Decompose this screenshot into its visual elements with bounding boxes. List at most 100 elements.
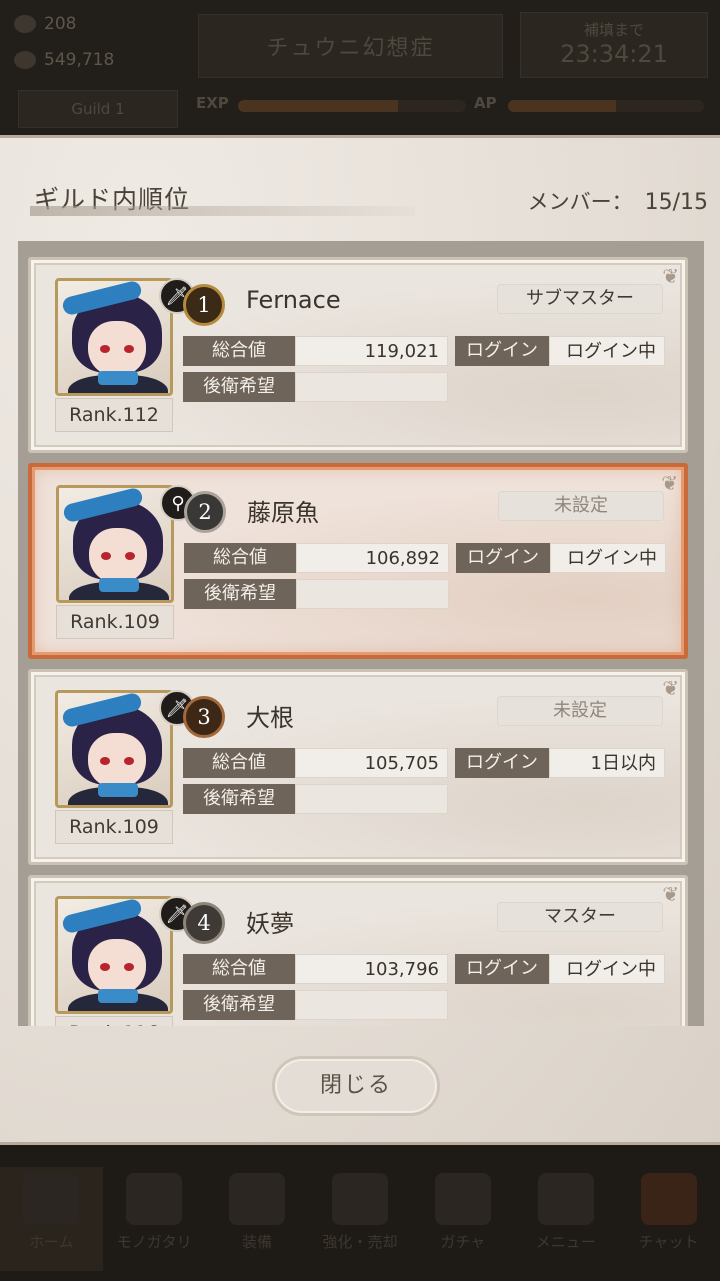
currency-value: 549,718: [44, 50, 115, 70]
login-label: ログイン: [455, 954, 549, 984]
corner-ornament: ❦: [662, 676, 679, 700]
player-rank: Rank.116: [55, 1016, 173, 1026]
total-power-value: 105,705: [295, 748, 448, 778]
total-power-label: 総合値: [184, 543, 296, 573]
player-rank: Rank.109: [56, 605, 174, 639]
login-label: ログイン: [455, 336, 549, 366]
guild-ranking-panel: ギルド内順位 メンバー： 15/15 ❦ 🗡 Rank.112 1 Fernace…: [0, 135, 720, 1145]
login-status: ログイン ログイン中: [456, 543, 666, 573]
avatar[interactable]: [55, 896, 173, 1014]
timer-box: 補填まで 23:34:21: [520, 12, 708, 78]
nav-upgrade[interactable]: 強化・売却: [309, 1167, 412, 1271]
member-name: 大根: [246, 704, 294, 732]
rank-medal: 2: [184, 491, 226, 533]
timer-label: 補填まで: [583, 21, 644, 39]
login-status: ログイン ログイン中: [455, 954, 665, 984]
rear-preference-label: 後衛希望: [183, 372, 295, 402]
heart-icon: [14, 15, 36, 33]
total-power-value: 119,021: [295, 336, 448, 366]
avatar[interactable]: [56, 485, 174, 603]
total-power-label: 総合値: [183, 954, 295, 984]
rear-preference-value: [295, 990, 448, 1020]
nav-label: ガチャ: [440, 1233, 486, 1251]
nav-gacha[interactable]: ガチャ: [411, 1167, 514, 1271]
nav-chat[interactable]: チャット: [617, 1167, 720, 1271]
member-role: サブマスター: [497, 284, 663, 314]
member-role: 未設定: [498, 491, 664, 521]
login-value: ログイン中: [550, 543, 666, 573]
login-label: ログイン: [456, 543, 550, 573]
quest-title: チュウニ幻想症: [198, 14, 503, 78]
chat-icon: [640, 1173, 697, 1225]
rear-preference-value: [296, 579, 449, 609]
login-status: ログイン 1日以内: [455, 748, 665, 778]
gear-icon: [537, 1173, 594, 1225]
avatar[interactable]: [55, 690, 173, 808]
member-card-selected[interactable]: ❦ ⚲ Rank.109 2 藤原魚 未設定 総合値 106,892 ログイン …: [28, 463, 688, 659]
exp-label: EXP: [196, 94, 229, 112]
nav-label: 装備: [242, 1233, 273, 1251]
nav-label: ホーム: [29, 1233, 74, 1251]
nav-label: メニュー: [535, 1233, 596, 1251]
nav-equipment[interactable]: 装備: [206, 1167, 309, 1271]
nav-home[interactable]: ホーム: [0, 1167, 103, 1271]
player-rank: Rank.112: [55, 398, 173, 432]
rear-preference-value: [295, 784, 448, 814]
rear-preference: 後衛希望: [183, 990, 448, 1020]
equipment-icon: [229, 1173, 286, 1225]
nav-story[interactable]: モノガタリ: [103, 1167, 206, 1271]
nav-label: モノガタリ: [116, 1233, 192, 1251]
total-power-value: 106,892: [296, 543, 449, 573]
nav-menu[interactable]: メニュー: [514, 1167, 617, 1271]
login-value: 1日以内: [549, 748, 665, 778]
ap-bar: [508, 100, 704, 112]
member-name: 藤原魚: [247, 499, 319, 527]
gacha-icon: [434, 1173, 491, 1225]
rear-preference: 後衛希望: [183, 372, 448, 402]
total-power: 総合値 106,892: [184, 543, 449, 573]
rank-medal: 1: [183, 284, 225, 326]
member-role: 未設定: [497, 696, 663, 726]
stamina-value: 208: [44, 14, 77, 34]
total-power: 総合値 103,796: [183, 954, 448, 984]
rear-preference-label: 後衛希望: [183, 990, 295, 1020]
corner-ornament: ❦: [662, 264, 679, 288]
rear-preference: 後衛希望: [183, 784, 448, 814]
total-power-label: 総合値: [183, 748, 295, 778]
rear-preference-label: 後衛希望: [184, 579, 296, 609]
total-power-value: 103,796: [295, 954, 448, 984]
login-value: ログイン中: [549, 954, 665, 984]
guild-name: Guild 1: [18, 90, 178, 128]
ap-label: AP: [474, 94, 497, 112]
book-icon: [126, 1173, 183, 1225]
member-name: 妖夢: [246, 910, 294, 938]
currency-stat: 549,718: [14, 50, 114, 70]
member-count-label: メンバー：: [527, 190, 633, 214]
rear-preference: 後衛希望: [184, 579, 449, 609]
avatar[interactable]: [55, 278, 173, 396]
title-underline: [30, 206, 415, 216]
rank-medal: 4: [183, 902, 225, 944]
rank-medal: 3: [183, 696, 225, 738]
member-count-value: 15/15: [644, 190, 708, 215]
player-rank: Rank.109: [55, 810, 173, 844]
total-power: 総合値 105,705: [183, 748, 448, 778]
member-list[interactable]: ❦ 🗡 Rank.112 1 Fernace サブマスター 総合値 119,02…: [18, 241, 704, 1026]
upgrade-icon: [332, 1173, 388, 1225]
login-value: ログイン中: [549, 336, 665, 366]
home-icon: [23, 1173, 80, 1225]
total-power: 総合値 119,021: [183, 336, 448, 366]
member-card[interactable]: ❦ 🗡 Rank.116 4 妖夢 マスター 総合値 103,796 ログイン …: [28, 875, 688, 1026]
member-card[interactable]: ❦ 🗡 Rank.109 3 大根 未設定 総合値 105,705 ログイン 1…: [28, 669, 688, 865]
bottom-nav: ホーム モノガタリ 装備 強化・売却 ガチャ メニュー チャット: [0, 1145, 720, 1281]
coin-icon: [14, 51, 36, 69]
member-name: Fernace: [246, 286, 341, 314]
stamina-stat: 208: [14, 14, 76, 34]
close-button[interactable]: 閉じる: [272, 1056, 440, 1116]
timer-value: 23:34:21: [560, 40, 668, 68]
rear-preference-value: [295, 372, 448, 402]
status-bar: 208 549,718 チュウニ幻想症 補填まで 23:34:21 Guild …: [0, 0, 720, 135]
exp-bar: [238, 100, 466, 112]
member-card[interactable]: ❦ 🗡 Rank.112 1 Fernace サブマスター 総合値 119,02…: [28, 257, 688, 453]
member-count: メンバー： 15/15: [528, 186, 708, 216]
